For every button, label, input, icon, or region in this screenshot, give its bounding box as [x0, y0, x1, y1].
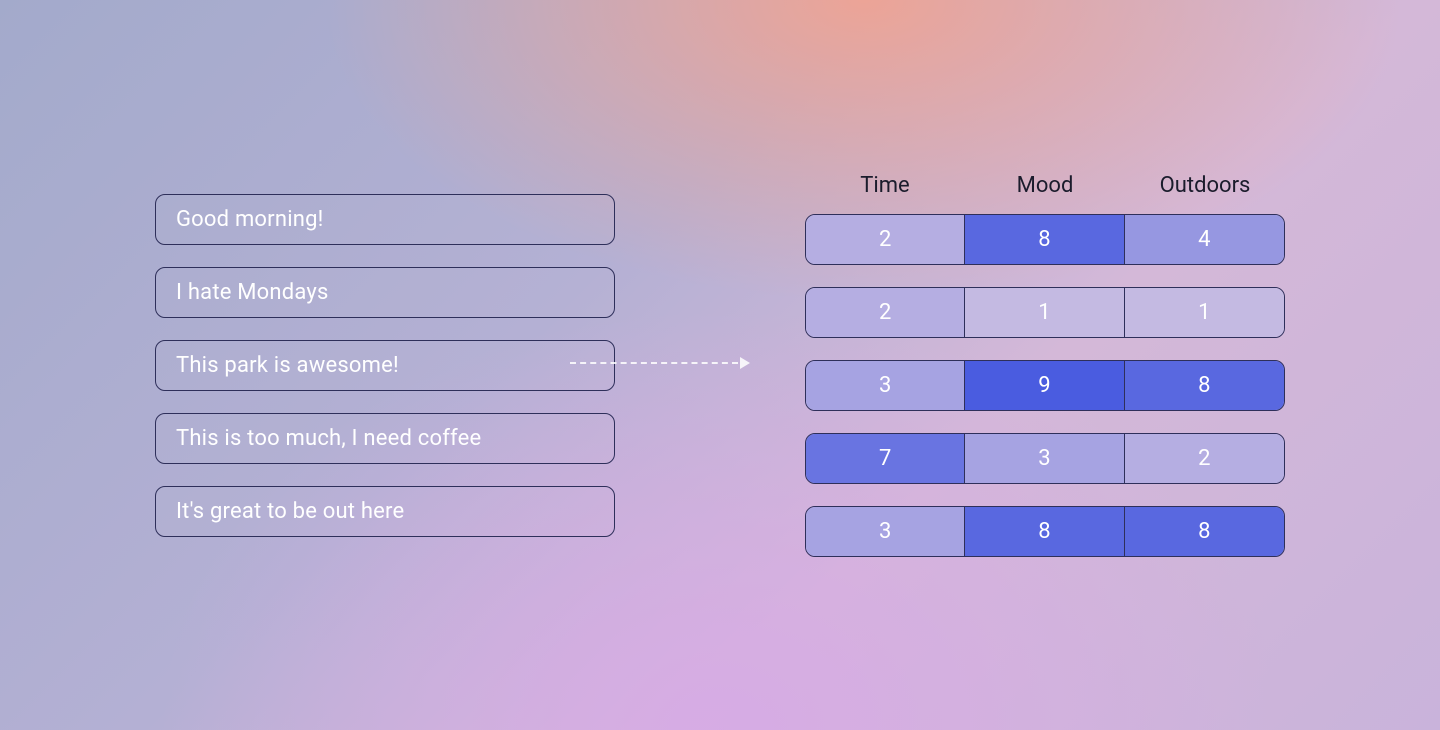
cell-outdoors: 2 [1125, 434, 1284, 483]
table-row: 7 3 2 [805, 433, 1285, 484]
cell-mood: 3 [965, 434, 1124, 483]
table-row: 3 9 8 [805, 360, 1285, 411]
table-row: 2 1 1 [805, 287, 1285, 338]
table-row: 2 8 4 [805, 214, 1285, 265]
table-body: 2 8 4 2 1 1 3 9 8 7 3 2 3 8 8 [805, 214, 1285, 557]
cell-outdoors: 8 [1125, 361, 1284, 410]
column-header-time: Time [805, 173, 965, 198]
cell-time: 3 [806, 507, 965, 556]
cell-outdoors: 4 [1125, 215, 1284, 264]
cell-time: 7 [806, 434, 965, 483]
sentence-column: Good morning! I hate Mondays This park i… [155, 194, 615, 537]
table-row: 3 8 8 [805, 506, 1285, 557]
cell-mood: 9 [965, 361, 1124, 410]
cell-mood: 8 [965, 507, 1124, 556]
sentence-box: This park is awesome! [155, 340, 615, 391]
column-header-mood: Mood [965, 173, 1125, 198]
diagram-stage: Good morning! I hate Mondays This park i… [0, 0, 1440, 730]
table-header-row: Time Mood Outdoors [805, 173, 1285, 198]
cell-mood: 8 [965, 215, 1124, 264]
feature-table: Time Mood Outdoors 2 8 4 2 1 1 3 9 8 7 3 [805, 173, 1285, 557]
cell-mood: 1 [965, 288, 1124, 337]
cell-time: 3 [806, 361, 965, 410]
cell-time: 2 [806, 215, 965, 264]
arrow-right-icon [740, 357, 750, 369]
sentence-box: I hate Mondays [155, 267, 615, 318]
cell-outdoors: 8 [1125, 507, 1284, 556]
arrow-line [570, 362, 738, 364]
column-header-outdoors: Outdoors [1125, 173, 1285, 198]
mapping-arrow [570, 357, 750, 369]
cell-time: 2 [806, 288, 965, 337]
sentence-box: It's great to be out here [155, 486, 615, 537]
sentence-box: This is too much, I need coffee [155, 413, 615, 464]
cell-outdoors: 1 [1125, 288, 1284, 337]
sentence-box: Good morning! [155, 194, 615, 245]
